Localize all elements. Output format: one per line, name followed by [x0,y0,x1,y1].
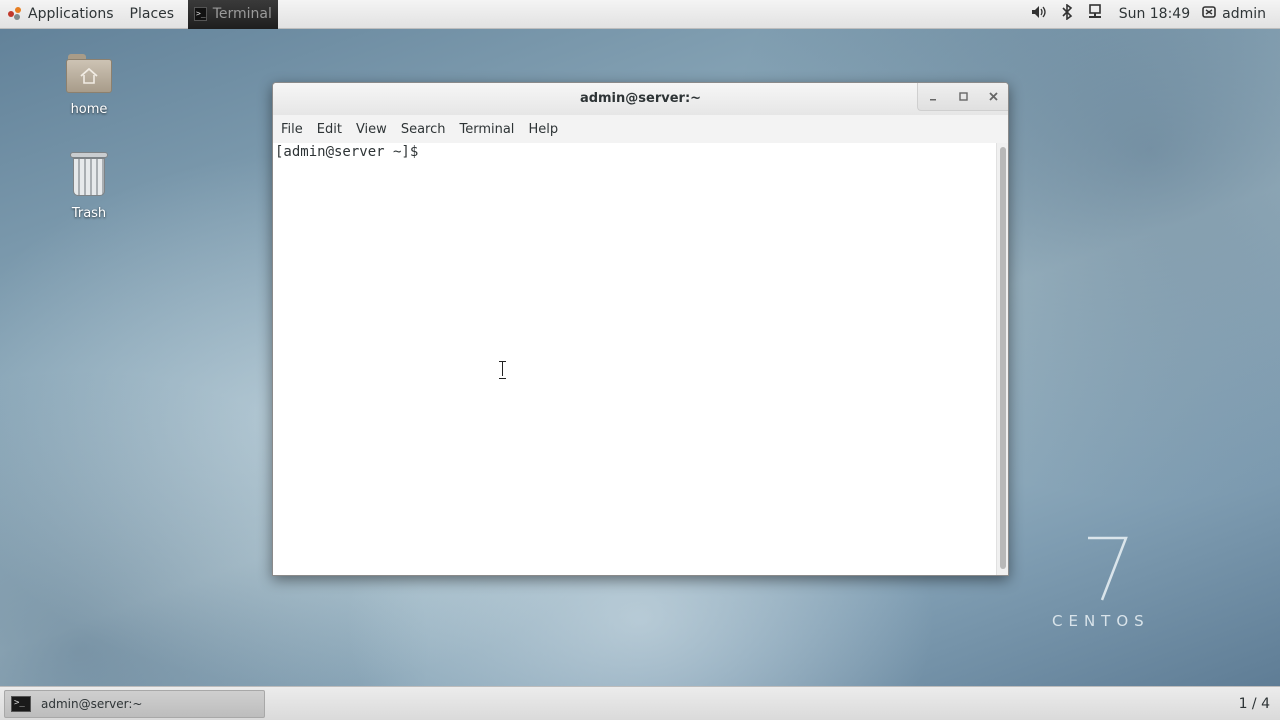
terminal-window[interactable]: admin@server:~ File Edit View Search Ter… [272,82,1009,576]
taskbar-item-label: admin@server:~ [41,696,143,711]
user-menu[interactable]: admin [1202,6,1280,22]
terminal-text-area[interactable]: [admin@server ~]$ [273,143,997,575]
places-menu[interactable]: Places [122,0,183,29]
desktop-icon-home[interactable]: home [44,52,134,117]
applications-icon [8,7,22,21]
minimize-button[interactable] [918,83,948,110]
workspace-switcher[interactable]: 1 / 4 [1239,696,1280,712]
places-label: Places [129,6,175,22]
scrollbar-thumb[interactable] [1000,147,1006,569]
ibeam-cursor-icon [499,361,506,379]
terminal-icon: >_ [194,7,207,21]
window-titlebar[interactable]: admin@server:~ [273,83,1008,115]
bluetooth-icon[interactable] [1053,3,1081,24]
window-title: admin@server:~ [579,91,702,106]
taskbar-item-terminal[interactable]: >_ admin@server:~ [4,689,265,718]
desktop-icon-label: home [70,102,108,117]
user-name: admin [1222,6,1266,22]
network-icon[interactable] [1081,4,1109,24]
system-tray: Sun 18:49 admin [1025,0,1280,29]
user-icon [1202,6,1216,22]
menu-help[interactable]: Help [521,122,565,137]
volume-icon[interactable] [1025,5,1053,23]
clock[interactable]: Sun 18:49 [1109,6,1202,22]
applications-menu[interactable]: Applications [0,0,122,29]
desktop-icon-label: Trash [71,206,107,221]
trash-icon [70,152,108,198]
desktop-icon-trash[interactable]: Trash [44,152,134,221]
active-task-terminal[interactable]: >_ Terminal [188,0,279,29]
menu-terminal[interactable]: Terminal [452,122,521,137]
top-panel: Applications Places >_ Terminal Sun 18:4… [0,0,1280,29]
menu-search[interactable]: Search [394,122,453,137]
window-controls [917,83,1008,111]
close-button[interactable] [978,83,1008,110]
terminal-icon: >_ [11,695,31,712]
centos-brand-text: CENTOS [1052,612,1150,630]
shell-prompt: [admin@server ~]$ [275,144,419,160]
maximize-button[interactable] [948,83,978,110]
bottom-panel: >_ admin@server:~ 1 / 4 [0,686,1280,720]
centos-7-logo [1088,536,1128,601]
menu-file[interactable]: File [274,122,310,137]
home-folder-icon [66,52,112,94]
terminal-menubar: File Edit View Search Terminal Help [273,115,1008,143]
terminal-scrollbar[interactable] [996,143,1008,575]
applications-label: Applications [28,6,114,22]
menu-edit[interactable]: Edit [310,122,349,137]
menu-view[interactable]: View [349,122,394,137]
active-task-label: Terminal [212,6,272,22]
